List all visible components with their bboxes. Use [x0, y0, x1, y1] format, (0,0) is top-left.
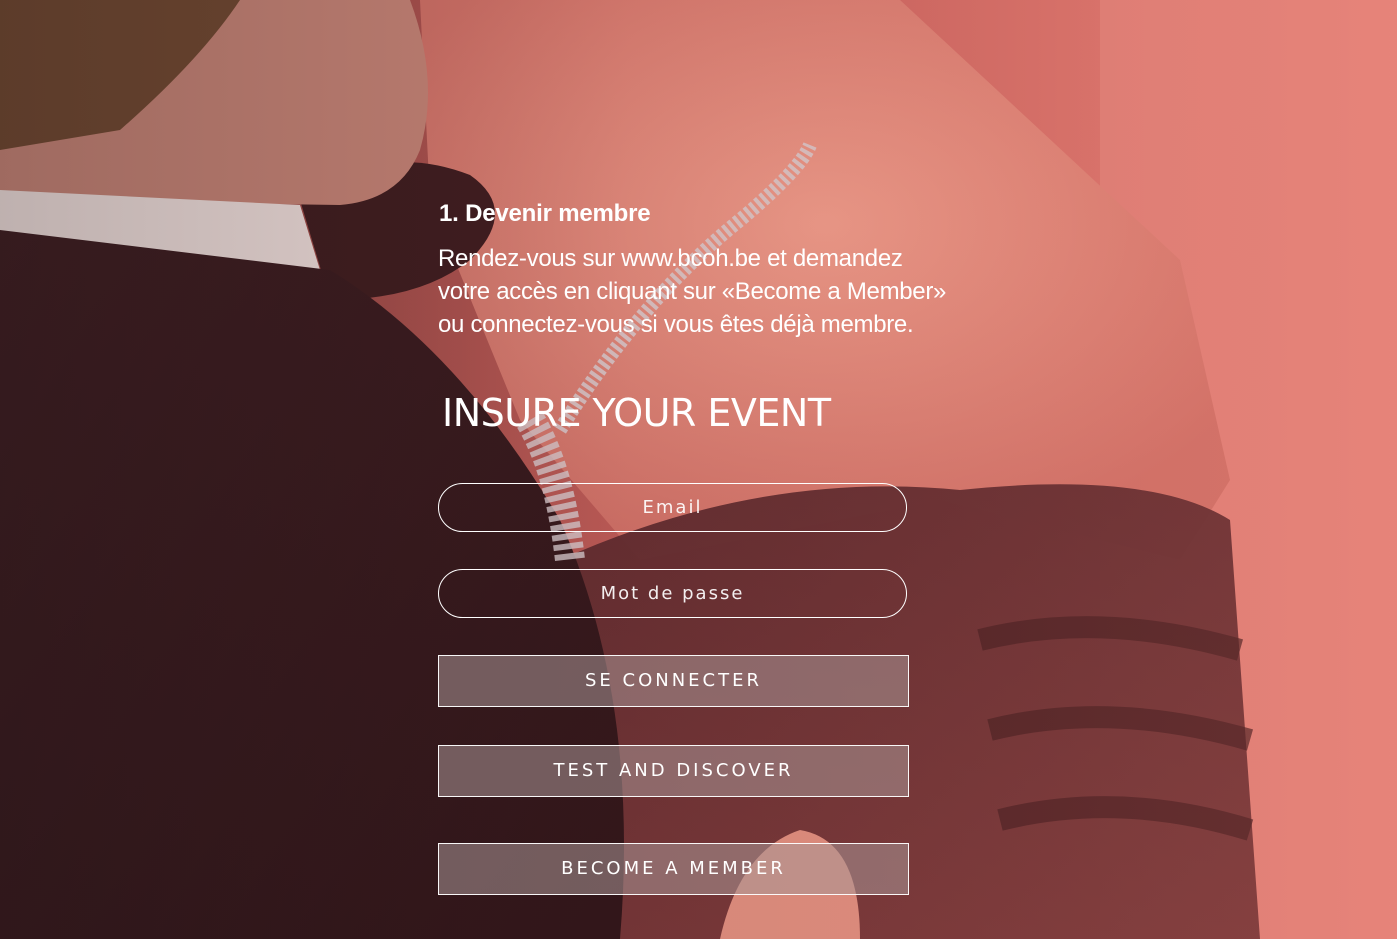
step-title: 1. Devenir membre: [439, 200, 651, 227]
step-text-line-3: ou connectez-vous si vous êtes déjà memb…: [438, 311, 914, 338]
become-member-button[interactable]: BECOME A MEMBER: [438, 843, 909, 895]
background-tint: [0, 0, 1397, 939]
login-button[interactable]: SE CONNECTER: [438, 655, 909, 707]
test-and-discover-button[interactable]: TEST AND DISCOVER: [438, 745, 909, 797]
step-text: Rendez-vous sur www.bcoh.be et demandez …: [438, 242, 1058, 341]
login-heading: INSURE YOUR EVENT: [442, 391, 831, 435]
password-field[interactable]: [438, 569, 907, 618]
instructions-block: 1. Devenir membre Rendez-vous sur www.bc…: [438, 198, 1058, 341]
step-text-line-2: votre accès en cliquant sur «Become a Me…: [438, 278, 947, 305]
step-text-line-1: Rendez-vous sur www.bcoh.be et demandez: [438, 245, 903, 272]
email-field[interactable]: [438, 483, 907, 532]
page: 1. Devenir membre Rendez-vous sur www.bc…: [0, 0, 1397, 939]
